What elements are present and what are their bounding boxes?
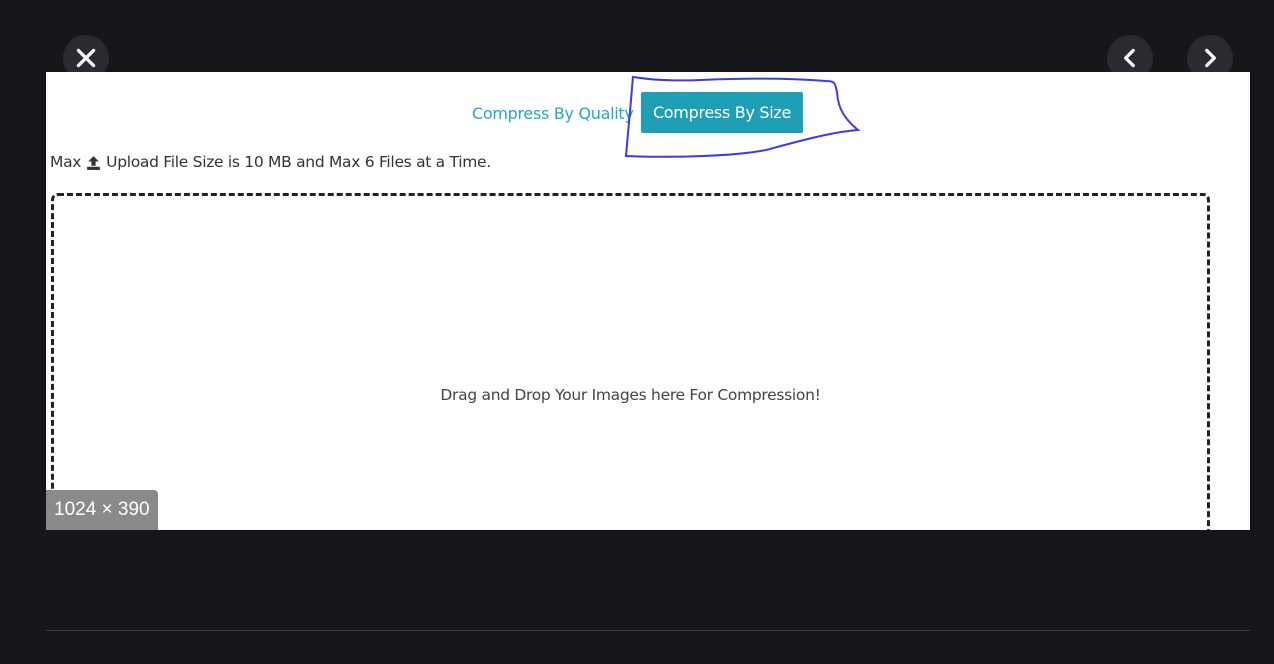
compress-by-size-button[interactable]: Compress By Size [641, 92, 803, 133]
upload-limit-note: Max Upload File Size is 10 MB and Max 6 … [50, 153, 491, 171]
compression-mode-switch: Compress By Quality Compress By Size [46, 72, 1250, 154]
divider [46, 630, 1250, 631]
image-dropzone[interactable]: Drag and Drop Your Images here For Compr… [51, 193, 1210, 530]
compress-by-quality-link[interactable]: Compress By Quality [472, 104, 634, 123]
upload-limit-text: Upload File Size is 10 MB and Max 6 File… [106, 153, 491, 171]
close-icon [76, 48, 96, 68]
image-dimensions-badge: 1024 × 390 [46, 490, 158, 530]
upload-icon [87, 155, 101, 170]
max-prefix: Max [50, 153, 82, 171]
chevron-right-icon [1205, 48, 1216, 68]
dropzone-instruction: Drag and Drop Your Images here For Compr… [440, 386, 821, 404]
image-viewer: Compress By Quality Compress By Size Max… [46, 72, 1250, 530]
chevron-left-icon [1124, 48, 1135, 68]
